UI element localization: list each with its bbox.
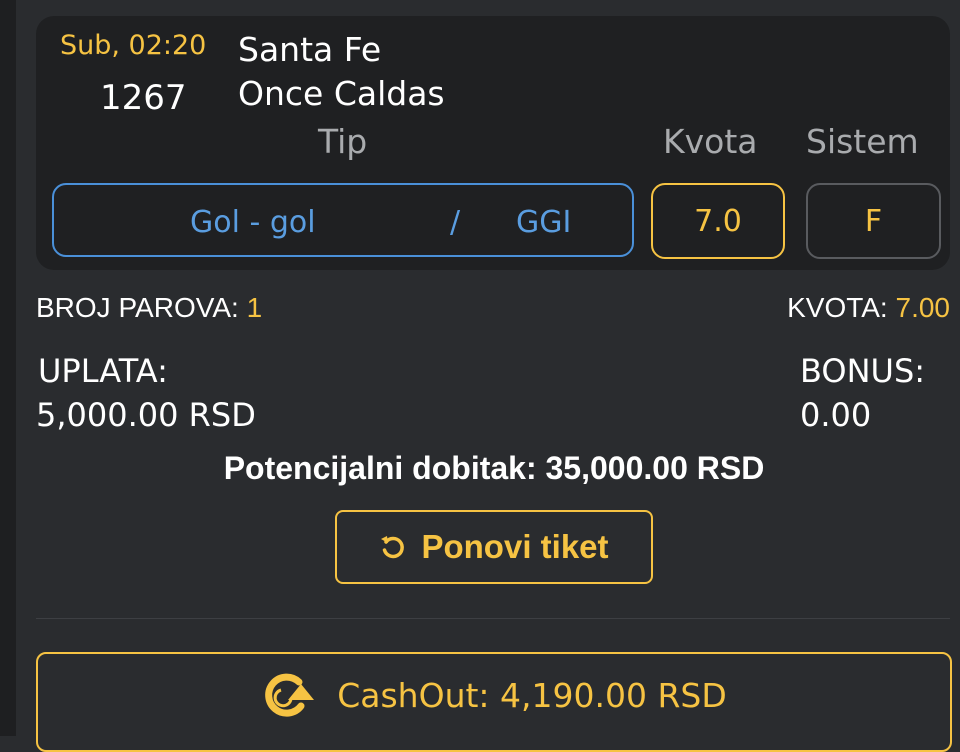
cashout-label: CashOut: 4,190.00 RSD	[337, 676, 727, 715]
tip-code: GGI	[516, 205, 572, 240]
stake-label: UPLATA:	[38, 352, 168, 390]
bonus-value: 0.00	[800, 396, 872, 434]
tip-selection[interactable]: Gol - gol / GGI	[52, 183, 634, 257]
odd-box[interactable]: 7.0	[651, 183, 785, 259]
tip-market: Gol - gol	[190, 205, 316, 240]
cashout-icon	[265, 673, 315, 717]
left-edge-strip	[0, 0, 16, 736]
total-odd-value: 7.00	[895, 292, 951, 323]
sistem-header: Sistem	[806, 122, 919, 161]
bonus-label: BONUS:	[800, 352, 926, 390]
tip-header: Tip	[318, 122, 368, 161]
repeat-ticket-button[interactable]: Ponovi tiket	[335, 510, 653, 584]
stake-value: 5,000.00 RSD	[36, 396, 256, 434]
pairs-count: BROJ PAROVA: 1	[36, 292, 262, 324]
total-odd: KVOTA: 7.00	[787, 292, 950, 324]
match-code: 1267	[100, 78, 187, 118]
kvota-header: Kvota	[663, 122, 758, 161]
pairs-value: 1	[246, 292, 263, 323]
potential-win: Potencijalni dobitak: 35,000.00 RSD	[223, 450, 765, 486]
home-team: Santa Fe	[238, 30, 382, 69]
tip-separator: /	[450, 205, 461, 240]
pairs-label: BROJ PAROVA:	[36, 292, 239, 323]
divider	[36, 618, 950, 619]
match-time: Sub, 02:20	[60, 30, 207, 61]
repeat-ticket-label: Ponovi tiket	[421, 528, 609, 565]
total-odd-label: KVOTA:	[787, 292, 888, 323]
system-box[interactable]: F	[806, 183, 941, 259]
away-team: Once Caldas	[238, 74, 445, 113]
refresh-icon	[381, 536, 405, 559]
cashout-button[interactable]: CashOut: 4,190.00 RSD	[36, 652, 952, 752]
